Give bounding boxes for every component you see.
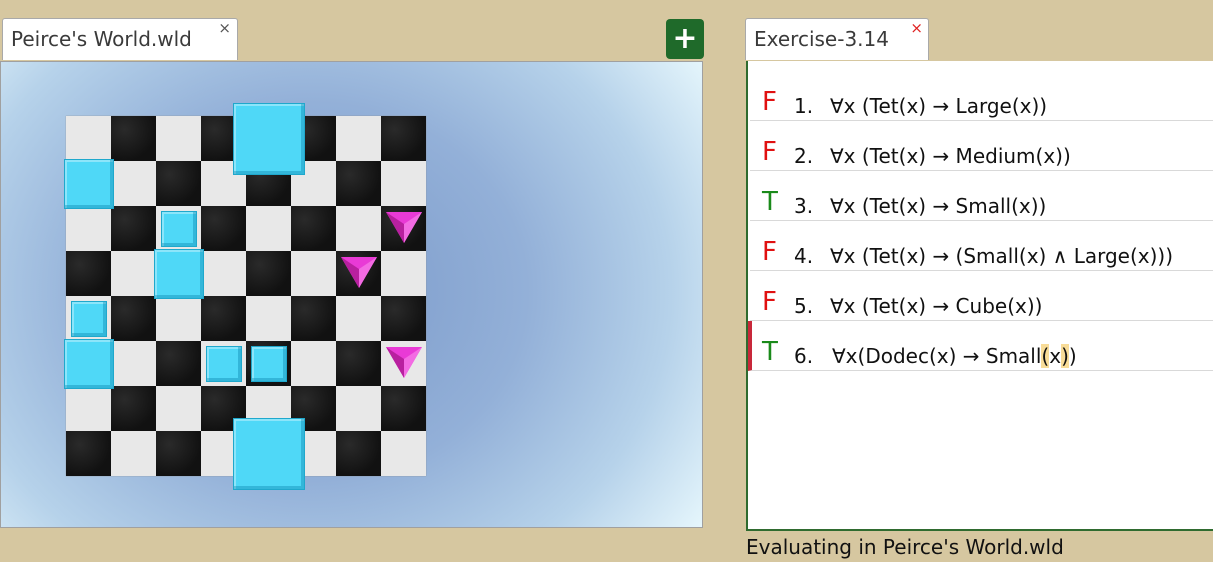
board-square[interactable] — [336, 386, 381, 431]
board-square[interactable] — [156, 386, 201, 431]
board-square[interactable] — [291, 296, 336, 341]
board-square[interactable] — [336, 206, 381, 251]
board-square[interactable] — [336, 431, 381, 476]
cube-large[interactable] — [232, 417, 305, 490]
board-square[interactable] — [66, 251, 111, 296]
board-square[interactable] — [66, 386, 111, 431]
world-tab-close-icon[interactable]: × — [218, 21, 231, 36]
sentence-row-active[interactable]: T 6. ∀x(Dodec(x) → Small(x)) — [748, 321, 1213, 371]
truth-value-false: F — [762, 287, 777, 317]
board-square[interactable] — [66, 206, 111, 251]
truth-value-true: T — [762, 187, 778, 217]
board-square[interactable] — [381, 161, 426, 206]
truth-value-true: T — [762, 337, 778, 367]
board-square[interactable] — [246, 296, 291, 341]
sentence-list[interactable]: F 1. ∀x (Tet(x) → Large(x)) F 2. ∀x (Tet… — [746, 61, 1213, 531]
sentence-row[interactable]: F 5. ∀x (Tet(x) → Cube(x)) — [750, 271, 1213, 321]
sentence-formula[interactable]: ∀x (Tet(x) → (Small(x) ∧ Large(x))) — [830, 244, 1173, 268]
exercise-tab-close-icon[interactable]: × — [910, 21, 923, 36]
board-square[interactable] — [381, 251, 426, 296]
tet-small[interactable] — [385, 210, 423, 244]
board-square[interactable] — [66, 116, 111, 161]
exercise-tab-title: Exercise-3.14 — [754, 27, 889, 51]
sentence-formula[interactable]: ∀x (Tet(x) → Medium(x)) — [830, 144, 1071, 168]
world-tab[interactable]: Peirce's World.wld × — [2, 18, 238, 60]
board-square[interactable] — [156, 341, 201, 386]
board-square[interactable] — [291, 341, 336, 386]
cube-medium[interactable] — [63, 338, 114, 389]
board-square[interactable] — [111, 116, 156, 161]
board-square[interactable] — [156, 431, 201, 476]
cube-small[interactable] — [205, 345, 242, 382]
board-square[interactable] — [111, 386, 156, 431]
tet-small[interactable] — [385, 345, 423, 379]
board-square[interactable] — [381, 386, 426, 431]
sentence-number: 3. — [794, 194, 814, 218]
board-square[interactable] — [111, 206, 156, 251]
add-world-button[interactable]: + — [666, 19, 704, 59]
board-square[interactable] — [111, 251, 156, 296]
board-square[interactable] — [336, 341, 381, 386]
sentence-number: 2. — [794, 144, 814, 168]
board-square[interactable] — [291, 206, 336, 251]
cube-small[interactable] — [160, 210, 197, 247]
board-square[interactable] — [156, 296, 201, 341]
truth-value-false: F — [762, 237, 777, 267]
board-square[interactable] — [201, 296, 246, 341]
sentence-row[interactable]: T 3. ∀x (Tet(x) → Small(x)) — [750, 171, 1213, 221]
cube-medium[interactable] — [153, 248, 204, 299]
sentence-formula[interactable]: ∀x (Tet(x) → Large(x)) — [830, 94, 1047, 118]
cube-small[interactable] — [250, 345, 287, 382]
sentence-number: 6. — [794, 344, 814, 368]
sentence-formula[interactable]: ∀x (Tet(x) → Small(x)) — [830, 194, 1046, 218]
board-square[interactable] — [111, 161, 156, 206]
sentence-number: 1. — [794, 94, 814, 118]
board-square[interactable] — [111, 296, 156, 341]
cube-large[interactable] — [232, 102, 305, 175]
tet-small[interactable] — [340, 255, 378, 289]
paren-highlight: ) — [1061, 344, 1069, 368]
formula-text: x — [1049, 344, 1062, 368]
board-square[interactable] — [201, 206, 246, 251]
sentence-row[interactable]: F 4. ∀x (Tet(x) → (Small(x) ∧ Large(x))) — [750, 221, 1213, 271]
sentence-row[interactable]: F 2. ∀x (Tet(x) → Medium(x)) — [750, 121, 1213, 171]
board-square[interactable] — [336, 296, 381, 341]
world-view[interactable] — [0, 61, 703, 528]
board-square[interactable] — [201, 251, 246, 296]
board-square[interactable] — [381, 431, 426, 476]
board-square[interactable] — [246, 251, 291, 296]
sentence-formula-editing[interactable]: ∀x(Dodec(x) → Small(x)) — [832, 344, 1077, 368]
sentence-number: 4. — [794, 244, 814, 268]
truth-value-false: F — [762, 137, 777, 167]
board-square[interactable] — [381, 116, 426, 161]
board-square[interactable] — [111, 341, 156, 386]
world-tab-title: Peirce's World.wld — [11, 27, 192, 51]
sentence-number: 5. — [794, 294, 814, 318]
board-square[interactable] — [291, 251, 336, 296]
board-square[interactable] — [156, 116, 201, 161]
cube-small[interactable] — [70, 300, 107, 337]
board-square[interactable] — [246, 206, 291, 251]
board-square[interactable] — [66, 431, 111, 476]
sentence-formula[interactable]: ∀x (Tet(x) → Cube(x)) — [830, 294, 1042, 318]
status-text: Evaluating in Peirce's World.wld — [746, 535, 1064, 559]
cube-medium[interactable] — [63, 158, 114, 209]
truth-value-false: F — [762, 87, 777, 117]
board-square[interactable] — [381, 296, 426, 341]
sentence-row[interactable]: F 1. ∀x (Tet(x) → Large(x)) — [750, 71, 1213, 121]
board-square[interactable] — [111, 431, 156, 476]
board-square[interactable] — [156, 161, 201, 206]
board-square[interactable] — [336, 161, 381, 206]
exercise-tab[interactable]: Exercise-3.14 × — [745, 18, 929, 60]
board-square[interactable] — [336, 116, 381, 161]
formula-text: ∀x(Dodec(x) → Small — [832, 344, 1042, 368]
formula-text: ) — [1068, 344, 1077, 368]
